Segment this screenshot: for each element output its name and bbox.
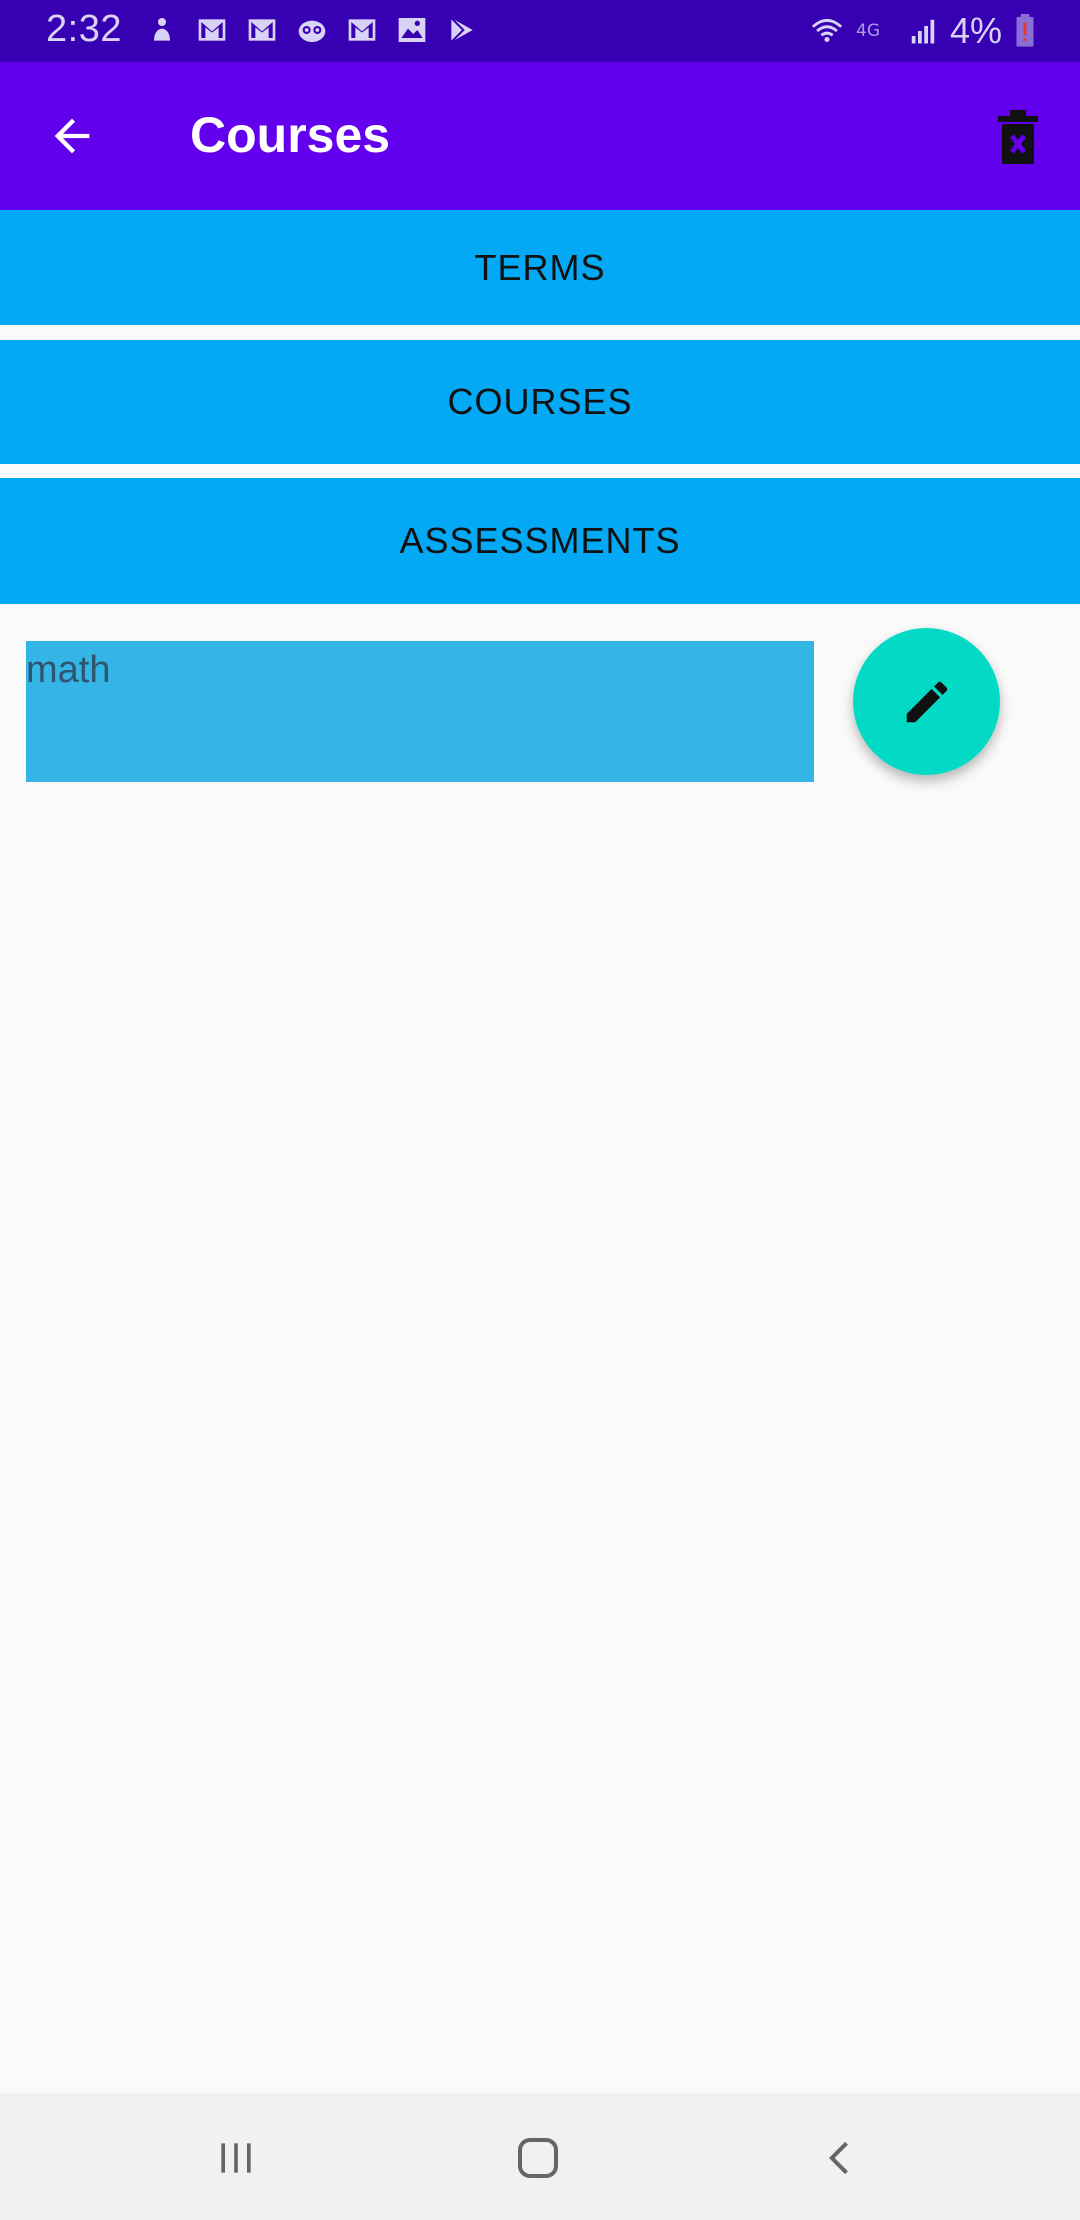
gmail-icon (248, 19, 276, 41)
play-store-icon (450, 17, 473, 43)
nav-back-button[interactable] (806, 2123, 876, 2193)
assessments-button[interactable]: ASSESSMENTS (0, 478, 1080, 604)
back-button[interactable] (36, 100, 108, 172)
system-nav-bar (0, 2093, 1080, 2220)
list-item[interactable]: math (26, 641, 814, 782)
status-bar: 2:32 4G 4% (0, 0, 1080, 62)
status-time: 2:32 (46, 8, 122, 50)
svg-text:4G: 4G (856, 21, 880, 41)
home-icon (518, 2138, 558, 2178)
battery-low-icon (1016, 14, 1034, 47)
owl-icon (298, 20, 326, 42)
status-right: 4G 4% (810, 10, 1036, 52)
gallery-icon (398, 18, 426, 42)
edit-fab-button[interactable] (853, 628, 1000, 775)
home-button[interactable] (503, 2123, 573, 2193)
page-title: Courses (190, 107, 391, 163)
signal-icon (911, 19, 935, 44)
4g-icon: 4G (856, 21, 880, 41)
recents-button[interactable] (201, 2123, 271, 2193)
edit-icon (906, 681, 947, 722)
terms-button[interactable]: TERMS (0, 210, 1080, 325)
delete-icon (998, 110, 1038, 164)
person-icon (154, 18, 170, 41)
gmail-icon (348, 19, 376, 41)
recents-icon (221, 2143, 251, 2173)
gmail-icon (198, 19, 226, 41)
delete-button[interactable] (982, 102, 1054, 174)
back-icon (828, 2141, 848, 2175)
course-name: math (26, 649, 111, 691)
notification-icons (146, 14, 478, 46)
arrow-back-icon (54, 118, 90, 154)
battery-percent: 4% (949, 10, 1002, 51)
app-bar: Courses (0, 62, 1080, 210)
wifi-icon (811, 18, 843, 43)
courses-button[interactable]: COURSES (0, 340, 1080, 464)
